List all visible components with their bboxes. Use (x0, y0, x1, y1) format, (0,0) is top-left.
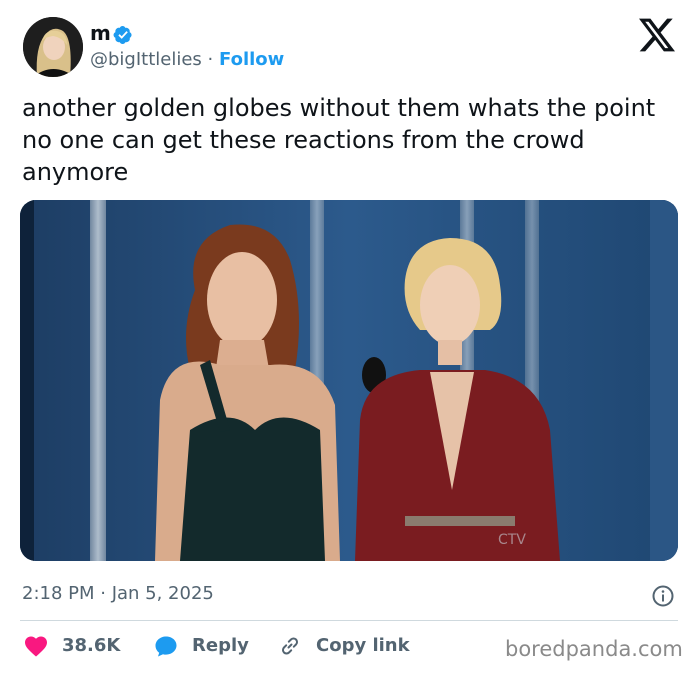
copy-link-label: Copy link (316, 635, 410, 656)
boredpanda-watermark: boredpanda.com (505, 637, 683, 661)
avatar[interactable] (23, 17, 83, 77)
handle-line: @bigIttlelies · Follow (90, 48, 284, 72)
link-icon (281, 637, 299, 655)
tweet-text: another golden globes without them whats… (22, 94, 656, 186)
tweet-timestamp[interactable]: 2:18 PM · Jan 5, 2025 (22, 582, 214, 606)
reply-label: Reply (192, 635, 249, 656)
media-illustration: CTV (20, 200, 678, 561)
info-icon[interactable] (651, 584, 675, 608)
verified-badge-icon (113, 26, 132, 44)
display-name[interactable]: m (90, 20, 111, 46)
heart-icon (25, 636, 47, 657)
handle-separator: · (207, 49, 214, 70)
like-button[interactable]: 38.6K (24, 632, 120, 660)
reply-button[interactable]: Reply (154, 632, 249, 660)
x-logo-icon[interactable] (637, 17, 677, 53)
media-watermark: CTV (498, 532, 526, 548)
copy-link-button[interactable]: Copy link (278, 632, 410, 660)
reply-bubble-icon (155, 636, 177, 657)
avatar-image (23, 17, 83, 77)
handle[interactable]: @bigIttlelies (90, 49, 202, 70)
like-count: 38.6K (62, 635, 121, 656)
divider (20, 620, 678, 621)
tweet-media-image[interactable]: CTV (20, 200, 678, 561)
tweet-card: m @bigIttlelies · Follow another golden … (0, 0, 700, 673)
follow-button[interactable]: Follow (219, 49, 284, 70)
